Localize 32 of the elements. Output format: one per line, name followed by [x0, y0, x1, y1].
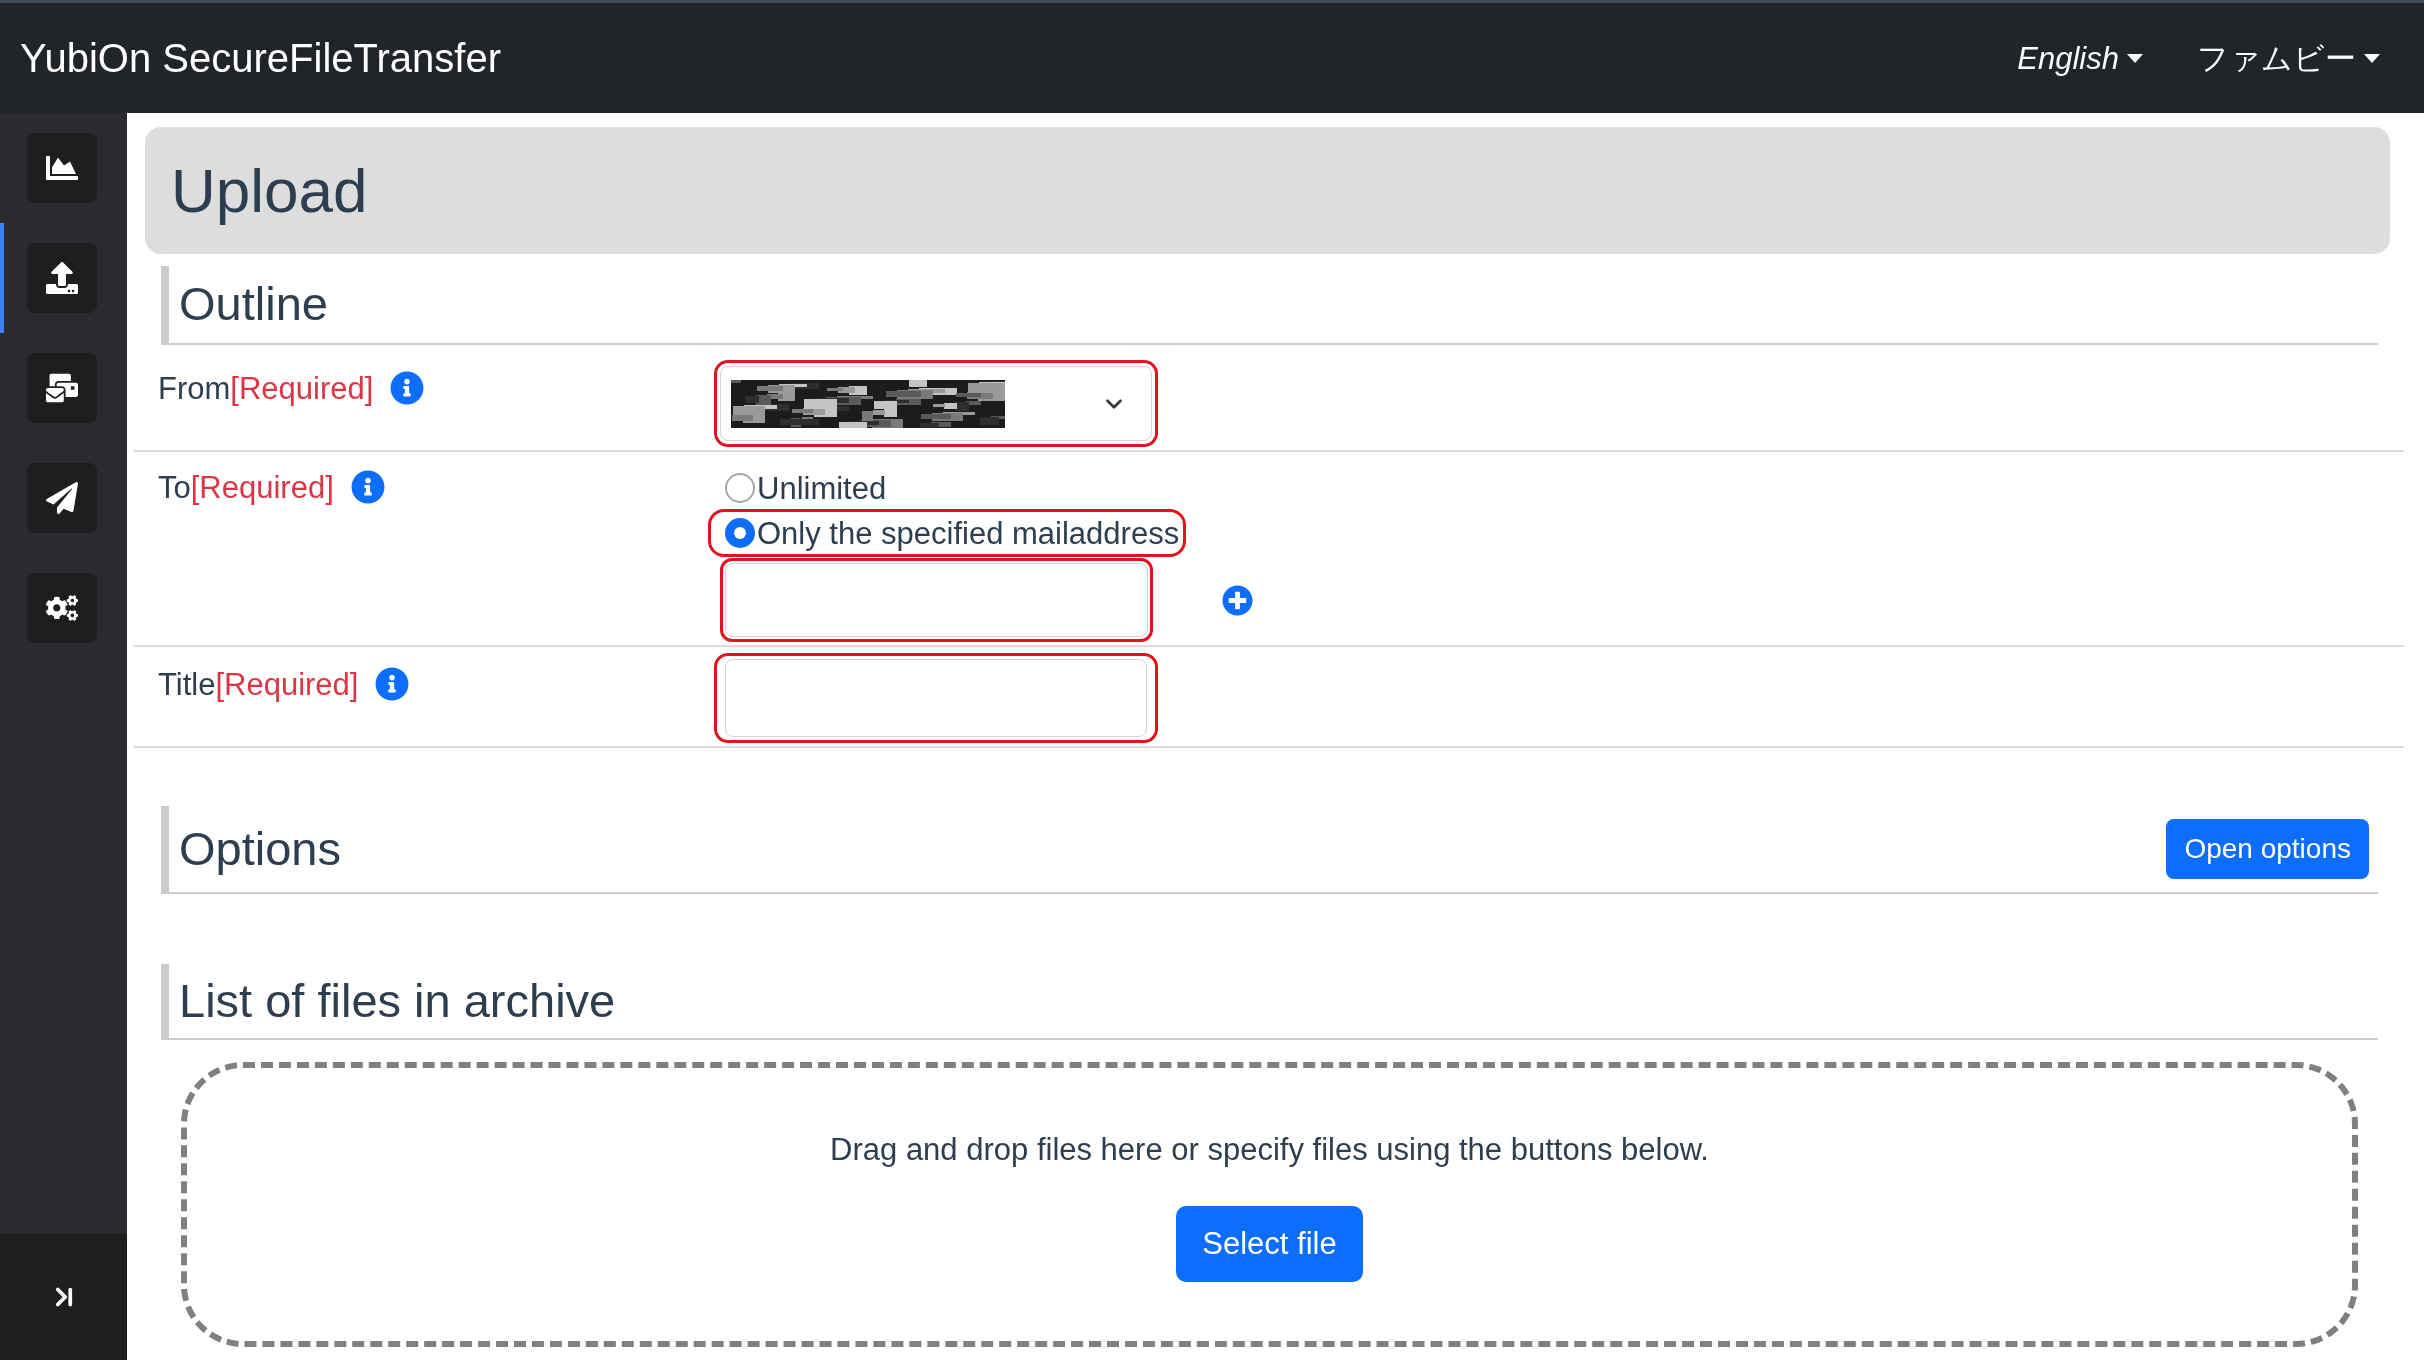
field-label: Title [158, 668, 216, 700]
info-icon[interactable] [390, 371, 425, 405]
required-note: [Required] [230, 372, 374, 404]
caret-icon [2127, 53, 2143, 63]
app-title: YubiOn SecureFileTransfer [20, 38, 501, 78]
required-note: [Required] [215, 668, 359, 700]
radio-label: Unlimited [757, 472, 887, 504]
open-options-button[interactable]: Open options [2166, 819, 2369, 879]
radio-button[interactable] [725, 473, 755, 503]
select-file-button[interactable]: Select file [1176, 1205, 1363, 1282]
dropdown-menu-button[interactable]: English [2017, 42, 2143, 74]
section-heading: Outline [179, 277, 328, 332]
envelopes-icon [46, 372, 78, 404]
file-drop-zone[interactable]: Drag and drop files here or specify files using the buttons below. Select file [181, 1062, 2358, 1347]
add-icon[interactable] [1222, 584, 1253, 616]
caret-icon [2364, 53, 2380, 63]
dropdown-menu-button[interactable]: ファムビー [2197, 42, 2380, 74]
paper-plane-icon [46, 482, 78, 514]
section-heading: List of files in archive [179, 973, 616, 1028]
gears-icon [46, 592, 78, 624]
info-icon[interactable] [350, 470, 385, 504]
title-input[interactable] [725, 659, 1147, 737]
sender-select[interactable] [720, 366, 1152, 441]
radio-label: Only the specified mailaddress [757, 517, 1180, 549]
required-note: [Required] [190, 471, 334, 503]
field-label: To [158, 471, 191, 503]
section-heading: Options [179, 821, 341, 876]
field-label: From [158, 372, 231, 404]
upload-icon [46, 262, 78, 294]
drop-zone-text: Drag and drop files here or specify files using the buttons below. [830, 1132, 1709, 1168]
radio-button[interactable] [725, 518, 755, 548]
info-icon[interactable] [375, 667, 410, 701]
